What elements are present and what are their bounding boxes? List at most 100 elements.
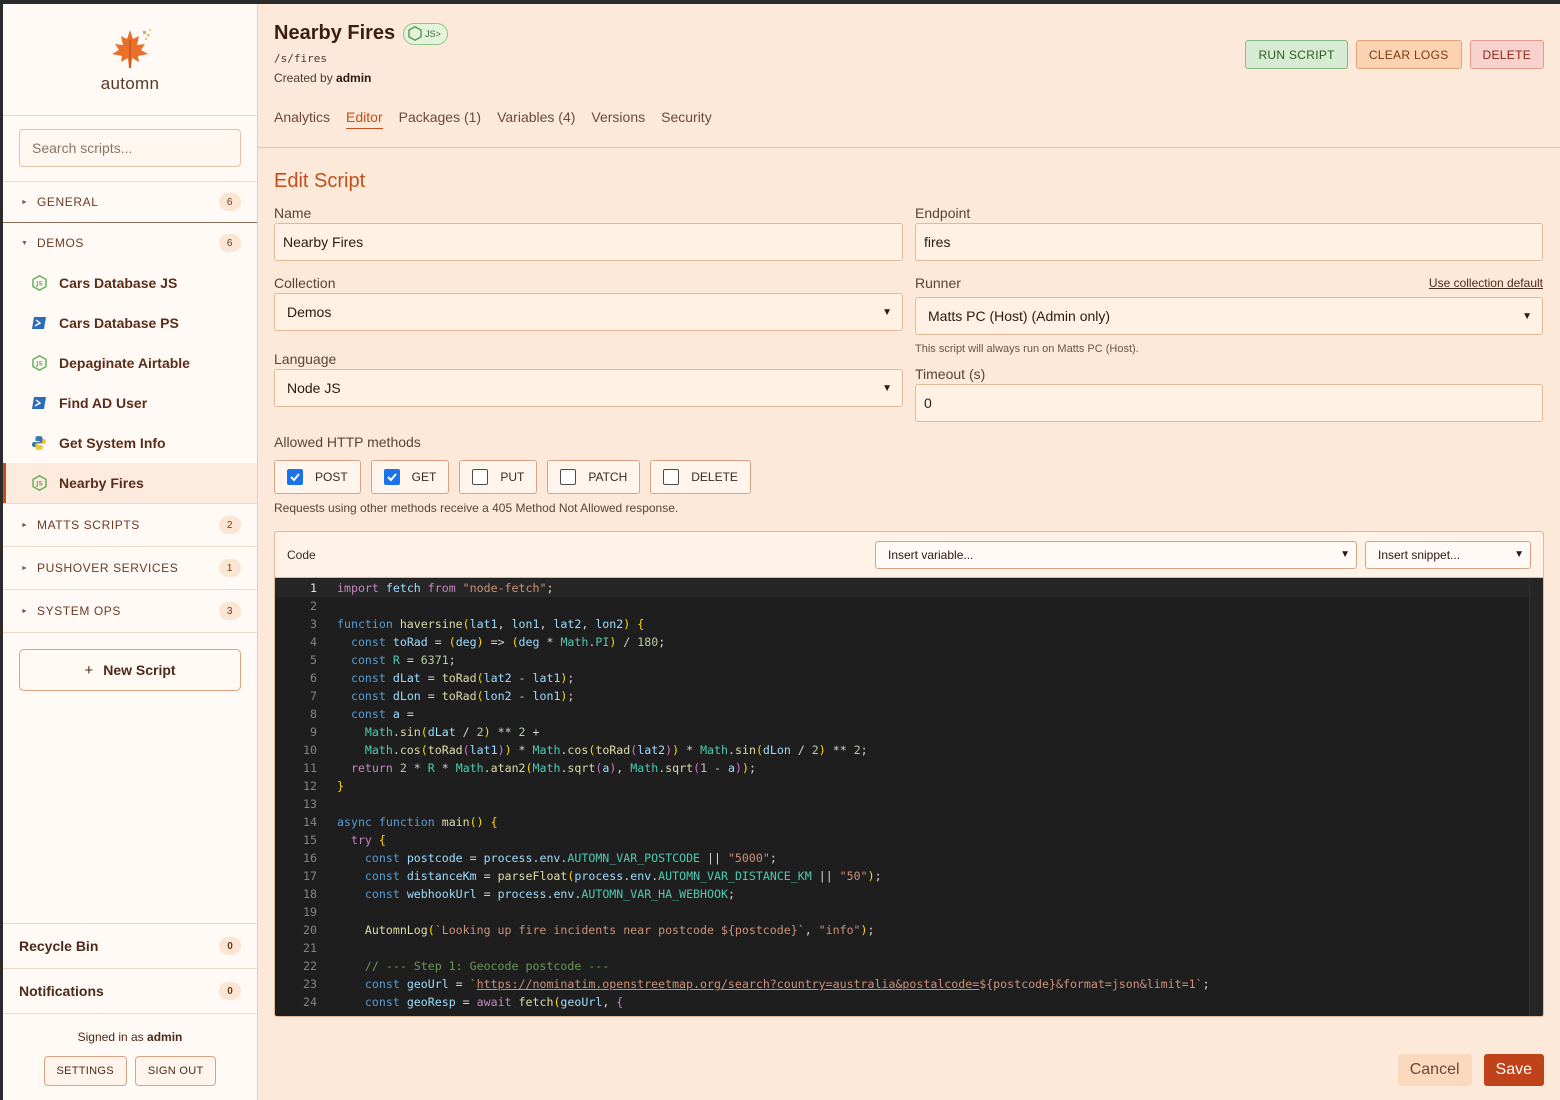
editor-content: Edit Script Name Nearby Fires Endpoint f… bbox=[258, 170, 1560, 1017]
group-header-pushover-services[interactable]: ► PUSHOVER SERVICES 1 bbox=[3, 547, 257, 589]
code-line: 18 const webhookUrl = process.env.AUTOMN… bbox=[275, 885, 1543, 903]
line-number: 14 bbox=[303, 815, 317, 829]
app-logo[interactable]: automn bbox=[3, 4, 257, 116]
tab-variables[interactable]: Variables (4) bbox=[497, 109, 575, 129]
code-line: 23 const geoUrl = `https://nominatim.ope… bbox=[275, 975, 1543, 993]
tab-analytics[interactable]: Analytics bbox=[274, 109, 330, 129]
python-icon bbox=[31, 435, 47, 451]
signed-in-panel: Signed in as admin SETTINGS SIGN OUT bbox=[3, 1013, 257, 1100]
code-editor[interactable]: 1 import fetch from "node-fetch"; 2 3 functi… bbox=[275, 578, 1543, 1016]
language-select[interactable]: Node JS ▼ bbox=[274, 369, 903, 407]
notifications-link[interactable]: Notifications 0 bbox=[3, 968, 257, 1013]
method-label: PATCH bbox=[588, 470, 628, 484]
checkbox-empty-icon bbox=[472, 469, 489, 485]
settings-button[interactable]: SETTINGS bbox=[43, 1056, 127, 1086]
endpoint-field[interactable]: fires bbox=[915, 223, 1543, 261]
line-number: 1 bbox=[310, 581, 317, 595]
group-demos: ▼ DEMOS 6 JS Cars Database JS Cars Datab… bbox=[3, 223, 257, 504]
timeout-label-text: Timeout (s) bbox=[915, 366, 986, 382]
delete-button[interactable]: DELETE bbox=[1469, 40, 1544, 69]
chevron-down-icon: ▼ bbox=[882, 306, 892, 318]
script-item-get-system-info[interactable]: Get System Info bbox=[3, 423, 257, 463]
methods-group: POST GET PUT PATCH DELETE bbox=[274, 460, 1544, 494]
checkbox-empty-icon bbox=[560, 469, 577, 485]
code-text: const geoResp = await fetch(geoUrl, { bbox=[364, 995, 624, 1009]
tab-packages[interactable]: Packages (1) bbox=[399, 109, 481, 129]
code-text: Math.cos(toRad(lat1)) * Math.cos(toRad(l… bbox=[364, 743, 868, 757]
name-label: Name bbox=[274, 203, 903, 223]
method-get-checkbox[interactable]: GET bbox=[370, 460, 450, 494]
method-post-checkbox[interactable]: POST bbox=[274, 460, 361, 494]
collection-value: Demos bbox=[287, 304, 332, 320]
runner-label: Runner Use collection default bbox=[915, 273, 1543, 293]
group-header-matts-scripts[interactable]: ► MATTS SCRIPTS 2 bbox=[3, 504, 257, 546]
new-script-button[interactable]: + New Script bbox=[19, 649, 241, 691]
code-text: const dLon = toRad(lon2 - lon1); bbox=[350, 689, 575, 703]
sign-out-button[interactable]: SIGN OUT bbox=[134, 1056, 217, 1086]
code-line: 7 const dLon = toRad(lon2 - lon1); bbox=[275, 687, 1543, 705]
insert-snippet-select[interactable]: Insert snippet... ▼ bbox=[1365, 540, 1531, 569]
collection-select[interactable]: Demos ▼ bbox=[274, 293, 903, 331]
timeout-field[interactable]: 0 bbox=[915, 384, 1543, 422]
save-button[interactable]: Save bbox=[1483, 1054, 1544, 1086]
use-collection-default-link[interactable]: Use collection default bbox=[1429, 276, 1543, 290]
powershell-icon bbox=[31, 395, 47, 411]
clear-logs-button[interactable]: CLEAR LOGS bbox=[1355, 40, 1462, 69]
checkbox-checked-icon bbox=[383, 469, 400, 485]
line-number: 5 bbox=[310, 653, 317, 667]
code-line: 15 try { bbox=[275, 831, 1543, 849]
group-header-demos[interactable]: ▼ DEMOS 6 bbox=[3, 223, 257, 263]
chevron-down-icon: ▼ bbox=[1522, 310, 1532, 322]
script-item-depaginate-airtable[interactable]: JS Depaginate Airtable bbox=[3, 343, 257, 383]
code-line: 3 function haversine(lat1, lon1, lat2, lo… bbox=[275, 615, 1543, 633]
code-line: 5 const R = 6371; bbox=[275, 651, 1543, 669]
script-item-cars-database-js[interactable]: JS Cars Database JS bbox=[3, 263, 257, 303]
tab-versions[interactable]: Versions bbox=[591, 109, 645, 129]
code-text: const toRad = (deg) => (deg * Math.PI) /… bbox=[350, 635, 666, 649]
method-patch-checkbox[interactable]: PATCH bbox=[547, 460, 641, 494]
group-label: MATTS SCRIPTS bbox=[37, 518, 140, 532]
script-item-find-ad-user[interactable]: Find AD User bbox=[3, 383, 257, 423]
code-toolbar: Code Insert variable... ▼ Insert snippet… bbox=[275, 532, 1543, 578]
code-text: // --- Step 1: Geocode postcode --- bbox=[364, 959, 610, 973]
insert-variable-select[interactable]: Insert variable... ▼ bbox=[875, 540, 1357, 569]
cancel-button[interactable]: Cancel bbox=[1397, 1054, 1472, 1086]
tab-security[interactable]: Security bbox=[661, 109, 712, 129]
code-line: 11 return 2 * R * Math.atan2(Math.sqrt(a… bbox=[275, 759, 1543, 777]
line-number: 3 bbox=[310, 617, 317, 631]
script-item-label: Cars Database JS bbox=[59, 275, 178, 291]
method-delete-checkbox[interactable]: DELETE bbox=[650, 460, 751, 494]
methods-label: Allowed HTTP methods bbox=[274, 434, 421, 450]
code-line: 16 const postcode = process.env.AUTOMN_V… bbox=[275, 849, 1543, 867]
notifications-count: 0 bbox=[219, 982, 241, 1000]
timeout-label: Timeout (s) bbox=[915, 364, 1543, 384]
nodejs-icon: JS bbox=[31, 275, 47, 291]
notifications-label: Notifications bbox=[19, 983, 104, 999]
line-number: 20 bbox=[303, 923, 317, 937]
script-item-nearby-fires[interactable]: JS Nearby Fires bbox=[3, 463, 257, 503]
line-number: 12 bbox=[303, 779, 317, 793]
group-system-ops: ► SYSTEM OPS 3 bbox=[3, 590, 257, 633]
group-pushover-services: ► PUSHOVER SERVICES 1 bbox=[3, 547, 257, 590]
checkbox-empty-icon bbox=[663, 469, 680, 485]
nodejs-icon: JS bbox=[31, 475, 47, 491]
group-header-general[interactable]: ► GENERAL 6 bbox=[3, 182, 257, 222]
line-number: 24 bbox=[303, 995, 317, 1009]
runner-select[interactable]: Matts PC (Host) (Admin only) ▼ bbox=[915, 297, 1543, 335]
search-input[interactable] bbox=[19, 129, 241, 167]
sidebar-bottom: Recycle Bin 0 Notifications 0 Signed in … bbox=[3, 923, 257, 1100]
tab-editor[interactable]: Editor bbox=[346, 109, 383, 129]
line-number: 7 bbox=[310, 689, 317, 703]
group-header-system-ops[interactable]: ► SYSTEM OPS 3 bbox=[3, 590, 257, 632]
name-field[interactable]: Nearby Fires bbox=[274, 223, 903, 261]
method-put-checkbox[interactable]: PUT bbox=[459, 460, 538, 494]
run-script-button[interactable]: RUN SCRIPT bbox=[1245, 40, 1348, 69]
created-by-prefix: Created by bbox=[274, 71, 333, 85]
code-line: 13 bbox=[275, 795, 1543, 813]
recycle-bin-link[interactable]: Recycle Bin 0 bbox=[3, 923, 257, 968]
editor-scrollbar[interactable] bbox=[1529, 578, 1543, 1016]
code-text: async function main() { bbox=[337, 815, 498, 829]
script-item-cars-database-ps[interactable]: Cars Database PS bbox=[3, 303, 257, 343]
